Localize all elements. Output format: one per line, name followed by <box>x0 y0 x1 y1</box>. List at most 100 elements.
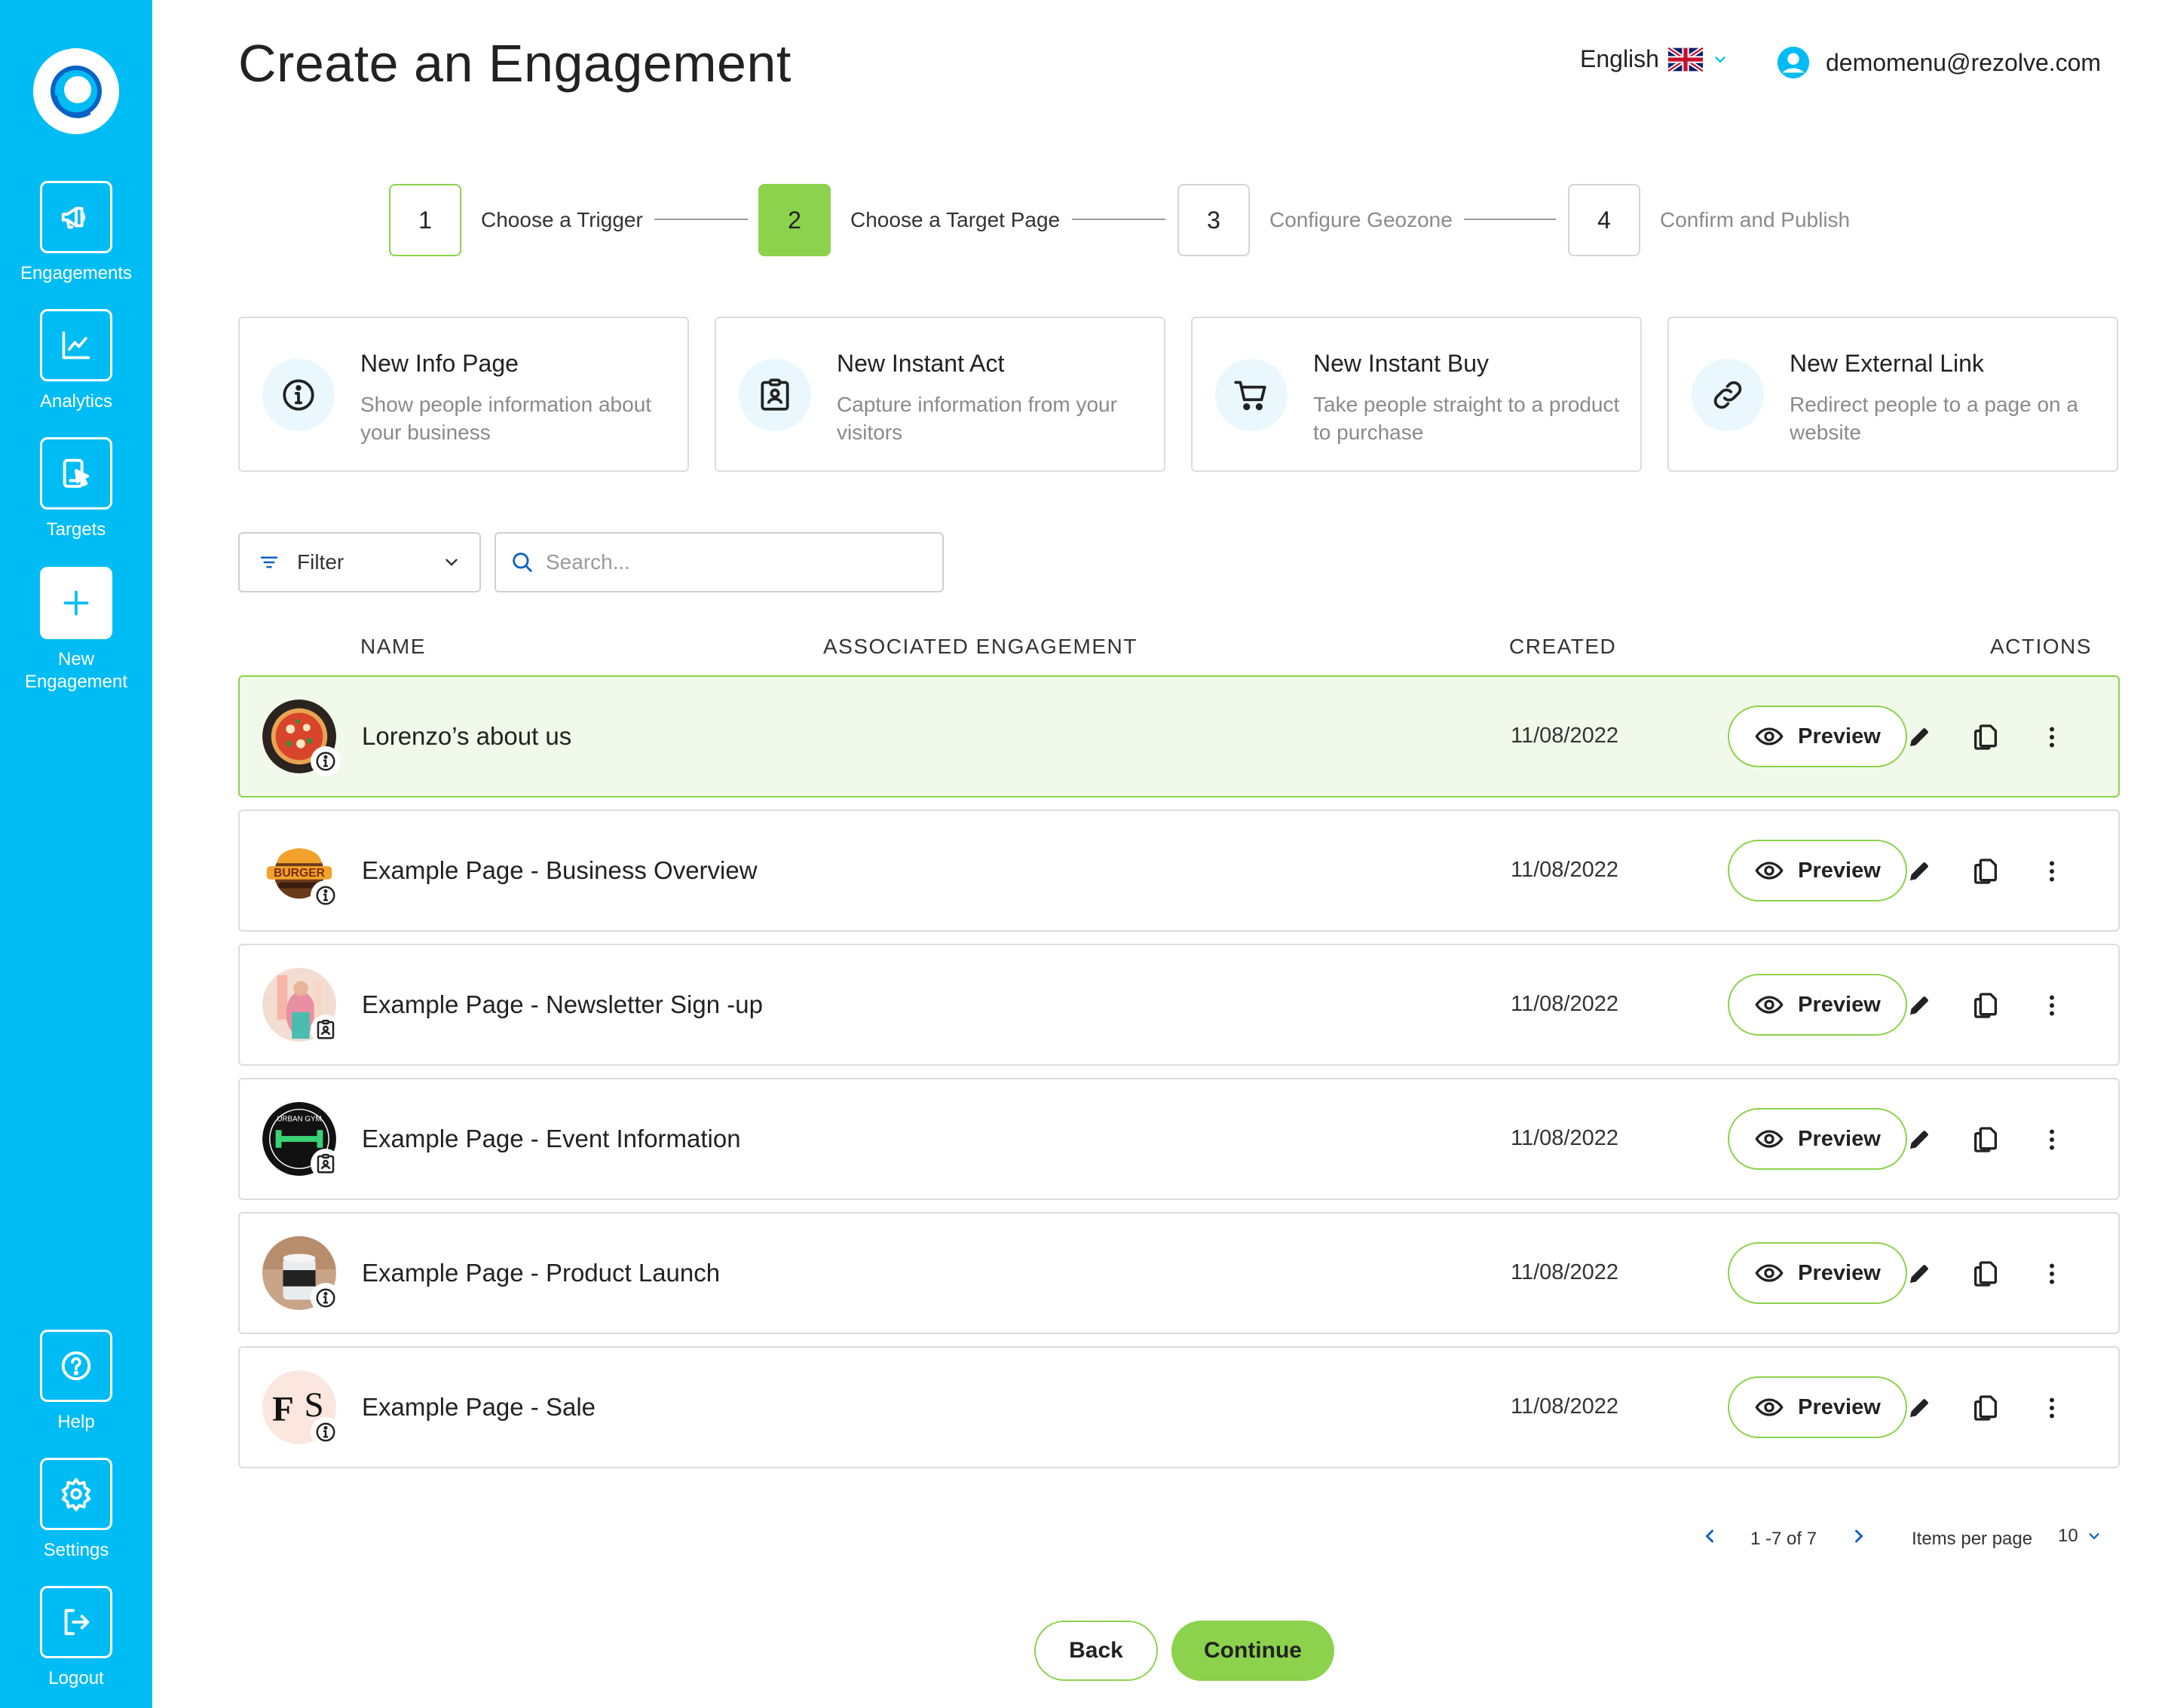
items-per-page-select[interactable]: 10 <box>2058 1526 2102 1547</box>
sidebar-item-analytics[interactable]: Analytics <box>0 309 152 413</box>
preview-button[interactable]: Preview <box>1728 974 1907 1036</box>
preview-button[interactable]: Preview <box>1728 1242 1907 1304</box>
pagination-next-button[interactable] <box>1848 1526 1869 1547</box>
table-row[interactable]: Lorenzo’s about us 11/08/2022 Preview <box>238 675 2120 797</box>
page-name: Example Page - Product Launch <box>362 1259 721 1287</box>
sidebar-item-engagements[interactable]: Engagements <box>0 181 152 285</box>
sidebar-item-settings[interactable]: Settings <box>0 1458 152 1562</box>
card-description: Redirect people to a page on a website <box>1790 393 2078 444</box>
duplicate-copy-icon[interactable] <box>1969 1391 2002 1425</box>
user-menu[interactable]: demomenu@rezolve.com <box>1776 45 2101 80</box>
clipboard-user-icon <box>739 359 811 431</box>
created-date: 11/08/2022 <box>1511 858 1618 882</box>
preview-button[interactable]: Preview <box>1728 706 1907 767</box>
pagination-prev-button[interactable] <box>1699 1526 1720 1547</box>
page-name: Example Page - Sale <box>362 1393 596 1421</box>
edit-pencil-icon[interactable] <box>1903 1257 1936 1290</box>
step-label: Confirm and Publish <box>1660 208 1851 231</box>
search-box[interactable] <box>495 532 944 592</box>
link-icon <box>1692 359 1764 431</box>
chart-icon <box>40 309 112 381</box>
page-name: Example Page - Event Information <box>362 1125 741 1152</box>
plus-icon <box>40 567 112 639</box>
more-options-icon[interactable] <box>2035 855 2068 888</box>
sidebar-item-targets[interactable]: Targets <box>0 437 152 541</box>
new-instant-buy-card[interactable]: New Instant Buy Take people straight to … <box>1191 317 1642 472</box>
duplicate-copy-icon[interactable] <box>1969 1123 2002 1156</box>
more-options-icon[interactable] <box>2035 989 2068 1022</box>
new-external-link-card[interactable]: New External Link Redirect people to a p… <box>1667 317 2118 472</box>
more-options-icon[interactable] <box>2035 1257 2068 1290</box>
more-options-icon[interactable] <box>2035 721 2068 754</box>
items-per-page-value: 10 <box>2058 1526 2078 1546</box>
step-confirm-publish[interactable]: 4 Confirm and Publish <box>1568 184 1850 256</box>
created-date: 11/08/2022 <box>1511 1126 1618 1150</box>
sidebar-item-new-engagement[interactable]: New Engagement <box>0 567 152 693</box>
preview-button[interactable]: Preview <box>1728 1376 1907 1438</box>
step-choose-trigger[interactable]: 1 Choose a Trigger <box>389 184 643 256</box>
search-input[interactable] <box>546 550 938 574</box>
column-header-name: NAME <box>360 635 426 658</box>
table-row[interactable]: Example Page - Product Launch 11/08/2022 P… <box>238 1212 2120 1334</box>
filter-label: Filter <box>297 550 344 574</box>
duplicate-copy-icon[interactable] <box>1969 721 2002 754</box>
eye-icon <box>1754 721 1784 751</box>
more-options-icon[interactable] <box>2035 1391 2068 1425</box>
new-instant-act-card[interactable]: New Instant Act Capture information from… <box>715 317 1165 472</box>
continue-button[interactable]: Continue <box>1171 1621 1334 1681</box>
preview-button[interactable]: Preview <box>1728 840 1907 901</box>
table-row[interactable]: F S Example Page - Sale 11/08/2022 Preview <box>238 1346 2120 1468</box>
duplicate-copy-icon[interactable] <box>1969 989 2002 1022</box>
logout-icon <box>40 1586 112 1658</box>
gym-logo-text: URBAN GYM <box>277 1115 321 1123</box>
edit-pencil-icon[interactable] <box>1903 1391 1936 1425</box>
edit-pencil-icon[interactable] <box>1903 989 1936 1022</box>
card-title: New Instant Buy <box>1313 350 1489 377</box>
edit-pencil-icon[interactable] <box>1903 855 1936 888</box>
language-selector[interactable]: English <box>1580 45 1729 73</box>
info-icon <box>262 359 335 431</box>
edit-pencil-icon[interactable] <box>1903 1123 1936 1156</box>
sidebar-item-label: Engagements <box>20 263 133 283</box>
filter-icon <box>260 556 278 568</box>
chevron-right-icon <box>1855 1529 1863 1543</box>
step-label: Choose a Trigger <box>481 208 643 231</box>
table-row[interactable]: Example Page - Newsletter Sign -up 11/08/… <box>238 944 2120 1066</box>
target-page-icon <box>40 437 112 510</box>
duplicate-copy-icon[interactable] <box>1969 1257 2002 1290</box>
search-icon <box>513 552 532 572</box>
page-title: Create an Engagement <box>238 34 792 93</box>
clipboard-user-icon <box>311 1015 341 1045</box>
chevron-left-icon <box>1705 1529 1713 1543</box>
preview-label: Preview <box>1798 1126 1881 1151</box>
column-header-created: CREATED <box>1509 635 1617 658</box>
step-choose-target-page[interactable]: 2 Choose a Target Page <box>758 184 1060 256</box>
eye-icon <box>1754 856 1784 886</box>
new-info-page-card[interactable]: New Info Page Show people information ab… <box>238 317 689 472</box>
step-configure-geozone[interactable]: 3 Configure Geozone <box>1177 184 1453 256</box>
back-button[interactable]: Back <box>1034 1621 1158 1681</box>
filter-dropdown[interactable]: Filter <box>238 532 481 592</box>
created-date: 11/08/2022 <box>1511 1260 1618 1284</box>
user-avatar-icon <box>1777 46 1810 79</box>
step-number: 4 <box>1568 184 1640 256</box>
duplicate-copy-icon[interactable] <box>1969 855 2002 888</box>
sidebar-item-label: Settings <box>43 1540 109 1560</box>
card-title: New Instant Act <box>837 350 1005 377</box>
clipboard-user-icon <box>311 1149 341 1179</box>
sidebar-item-label: Help <box>57 1412 95 1432</box>
more-options-icon[interactable] <box>2035 1123 2068 1156</box>
card-title: New Info Page <box>360 350 519 377</box>
preview-label: Preview <box>1798 858 1881 883</box>
sidebar-item-help[interactable]: Help <box>0 1330 152 1434</box>
app-logo[interactable] <box>33 48 119 134</box>
sidebar-item-logout[interactable]: Logout <box>0 1586 152 1690</box>
table-row[interactable]: BURGER Example Page - Business Overview 11… <box>238 810 2120 932</box>
sidebar-item-label: Targets <box>46 519 106 540</box>
edit-pencil-icon[interactable] <box>1903 721 1936 754</box>
preview-button[interactable]: Preview <box>1728 1108 1907 1170</box>
table-row[interactable]: URBAN GYM Example Page - Event Informatio… <box>238 1078 2120 1200</box>
svg-text:BURGER: BURGER <box>274 867 325 880</box>
megaphone-icon <box>40 181 112 253</box>
chevron-down-icon <box>1715 56 1725 63</box>
